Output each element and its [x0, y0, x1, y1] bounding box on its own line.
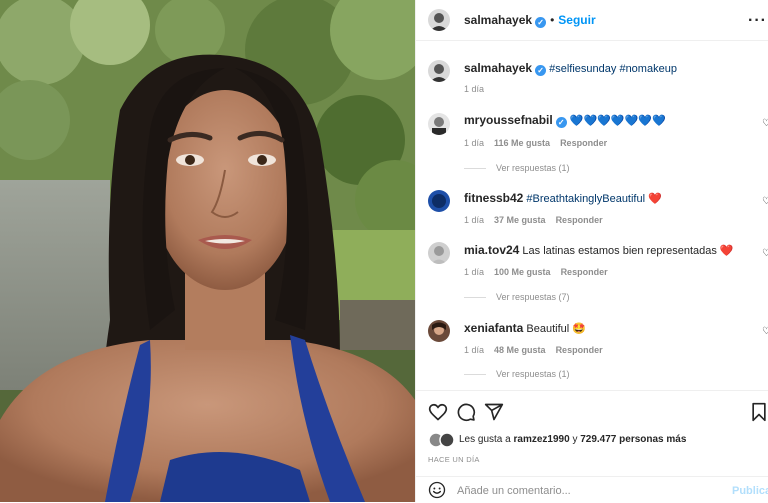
action-bar: Les gusta a ramzez1990 y 729.477 persona…: [416, 390, 768, 502]
header-separator: •: [550, 13, 555, 27]
caption-username[interactable]: salmahayek: [464, 61, 532, 75]
avatar-image: [428, 320, 450, 342]
avatar-image: [428, 113, 450, 135]
verified-icon: ✓: [535, 17, 547, 28]
photo-illustration: [0, 0, 415, 502]
comment-meta: 1 día 100 Me gusta Responder: [464, 267, 618, 277]
comment-item: mia.tov24 Las latinas estamos bien repre…: [416, 234, 768, 310]
avatar-image: [428, 60, 450, 82]
post-details-panel: salmahayek ✓ • Seguir ··· salmahayek ✓ #self…: [415, 0, 768, 502]
view-replies-label[interactable]: Ver respuestas (7): [496, 292, 570, 302]
comment-text: 💙💙💙💙💙💙💙: [569, 115, 666, 127]
comment-username[interactable]: xeniafanta: [464, 321, 523, 335]
avatar[interactable]: [428, 113, 450, 135]
comment-likes[interactable]: 37 Me gusta: [494, 215, 546, 225]
post-comment-button[interactable]: Publicar: [732, 485, 768, 497]
comment-icon[interactable]: [456, 402, 476, 422]
comment-text-line: xeniafanta Beautiful 🤩: [464, 321, 586, 335]
comment-username[interactable]: mryoussefnabil: [464, 113, 553, 127]
caption: salmahayek ✓ #selfiesunday #nomakeup 1 dí…: [416, 41, 768, 101]
comment-likes[interactable]: 116 Me gusta: [494, 138, 550, 148]
comment-text[interactable]: #BreathtakinglyBeautiful ❤️: [526, 193, 661, 205]
caption-time-text: 1 día: [464, 84, 485, 94]
comment-text: Las latinas estamos bien representadas ❤…: [522, 245, 734, 257]
caption-avatar[interactable]: [428, 60, 450, 82]
bookmark-icon[interactable]: [749, 402, 768, 422]
likes-user[interactable]: ramzez1990: [514, 434, 570, 445]
post-photo[interactable]: [0, 0, 415, 502]
more-options-icon[interactable]: ···: [748, 12, 767, 30]
avatar[interactable]: [428, 320, 450, 342]
caption-text-line: salmahayek ✓ #selfiesunday #nomakeup: [464, 61, 677, 76]
divider: [464, 297, 486, 299]
reply-button[interactable]: Responder: [556, 215, 603, 225]
header-user: salmahayek ✓ • Seguir: [464, 13, 596, 28]
view-replies[interactable]: Ver respuestas (7): [464, 292, 570, 302]
reply-button[interactable]: Responder: [561, 267, 608, 277]
comment-time: 1 día: [464, 215, 485, 225]
heart-outline-icon[interactable]: ♡: [762, 326, 768, 337]
comment-likes[interactable]: 100 Me gusta: [494, 267, 551, 277]
view-replies[interactable]: Ver respuestas (1): [464, 369, 570, 379]
comment-text-line: mia.tov24 Las latinas estamos bien repre…: [464, 243, 734, 257]
comment-time: 1 día: [464, 267, 485, 277]
comment-input[interactable]: Añade un comentario...: [457, 485, 571, 497]
divider: [464, 374, 486, 376]
heart-icon[interactable]: [428, 402, 448, 422]
comment-item: xeniafanta Beautiful 🤩 ♡ 1 día 48 Me gust…: [416, 312, 768, 388]
comment-item: mryoussefnabil ✓ 💙💙💙💙💙💙💙 ♡ 1 día 116 Me gu…: [416, 104, 768, 182]
avatar[interactable]: [428, 242, 450, 264]
avatar[interactable]: [428, 190, 450, 212]
comment-likes[interactable]: 48 Me gusta: [494, 345, 546, 355]
reply-button[interactable]: Responder: [556, 345, 603, 355]
verified-icon: ✓: [555, 117, 567, 128]
caption-hashtags[interactable]: #selfiesunday #nomakeup: [549, 63, 677, 75]
comment-meta: 1 día 48 Me gusta Responder: [464, 345, 613, 355]
avatar-image: [428, 9, 450, 31]
post-timestamp[interactable]: HACE UN DÍA: [428, 455, 480, 464]
comment-meta: 1 día 37 Me gusta Responder: [464, 215, 613, 225]
view-replies[interactable]: Ver respuestas (1): [464, 163, 570, 173]
divider: [464, 168, 486, 170]
comment-item: fitnessb42 #BreathtakinglyBeautiful ❤️ ♡…: [416, 182, 768, 232]
comment-text-line: fitnessb42 #BreathtakinglyBeautiful ❤️: [464, 191, 662, 205]
comment-time: 1 día: [464, 345, 485, 355]
share-icon[interactable]: [484, 402, 504, 422]
comment-text-line: mryoussefnabil ✓ 💙💙💙💙💙💙💙: [464, 113, 666, 128]
comment-time: 1 día: [464, 138, 485, 148]
view-replies-label[interactable]: Ver respuestas (1): [496, 369, 570, 379]
heart-outline-icon[interactable]: ♡: [762, 118, 768, 129]
add-comment-bar: Añade un comentario... Publicar: [416, 476, 768, 503]
emoji-icon[interactable]: [428, 481, 446, 499]
likes-summary: Les gusta a ramzez1990 y 729.477 persona…: [459, 434, 686, 445]
likes-prefix: Les gusta a: [459, 434, 511, 445]
comment-username[interactable]: fitnessb42: [464, 191, 523, 205]
likes-middle: y: [572, 434, 578, 445]
likes-count[interactable]: 729.477 personas más: [580, 434, 686, 445]
avatar-image: [428, 190, 450, 212]
instagram-post-view: salmahayek ✓ • Seguir ··· salmahayek ✓ #self…: [0, 0, 768, 502]
comment-text: Beautiful 🤩: [526, 323, 586, 335]
follow-button[interactable]: Seguir: [558, 13, 595, 27]
heart-outline-icon[interactable]: ♡: [762, 248, 768, 259]
caption-time: 1 día: [464, 84, 494, 94]
comment-meta: 1 día 116 Me gusta Responder: [464, 138, 617, 148]
avatar-image: [428, 242, 450, 264]
liked-by-avatar-images: [428, 432, 455, 448]
post-header: salmahayek ✓ • Seguir ···: [416, 0, 768, 41]
verified-icon: ✓: [535, 65, 547, 76]
liked-by-avatars: [428, 432, 456, 448]
header-username[interactable]: salmahayek: [464, 13, 532, 27]
comment-username[interactable]: mia.tov24: [464, 243, 519, 257]
avatar[interactable]: [428, 9, 450, 31]
heart-outline-icon[interactable]: ♡: [762, 196, 768, 207]
view-replies-label[interactable]: Ver respuestas (1): [496, 163, 570, 173]
reply-button[interactable]: Responder: [560, 138, 607, 148]
